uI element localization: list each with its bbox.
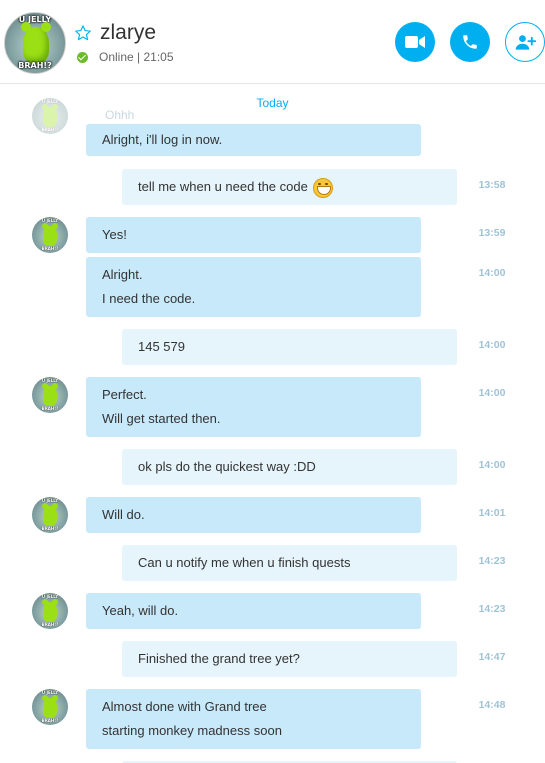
message-text: Yeah, will do. [102, 603, 179, 618]
message-bubble[interactable]: Can u notify me when u finish quests [122, 545, 457, 581]
message-text: Yes! [102, 227, 127, 242]
avatar-caption-top: U JELLY [41, 594, 59, 599]
message-timestamp: 14:00 [478, 387, 506, 399]
avatar-caption-bottom: BRAH!? [41, 526, 59, 531]
message-timestamp: 14:00 [478, 339, 506, 351]
gummy-bear-image [21, 22, 51, 63]
message-timestamp: 14:23 [478, 603, 506, 615]
message-text: Finished the grand tree yet? [138, 651, 300, 666]
online-status-icon [77, 52, 88, 63]
favorite-star-icon[interactable] [74, 24, 92, 42]
message-text: Can u notify me when u finish quests [138, 555, 351, 570]
message-bubble[interactable]: Finished the grand tree yet? [122, 641, 457, 677]
message-text: I need the code. [102, 291, 196, 306]
avatar-caption-bottom: BRAH!? [41, 622, 59, 627]
message-timestamp: 13:59 [478, 227, 506, 239]
message-timestamp: 14:48 [478, 699, 506, 711]
add-person-icon [515, 35, 536, 50]
message-bubble[interactable]: Perfect. Will get started then. [86, 377, 421, 437]
avatar-caption-top: U JELLY [41, 690, 59, 695]
message-text: 145 579 [138, 339, 185, 354]
avatar-caption-bottom: BRAH!? [41, 246, 59, 251]
phone-icon [463, 35, 477, 49]
gummy-bear-image [42, 104, 58, 127]
sender-avatar[interactable]: U JELLY BRAH!? [32, 377, 68, 413]
message-timestamp: 14:23 [478, 555, 506, 567]
add-contact-button[interactable] [505, 22, 545, 62]
gummy-bear-image [42, 695, 58, 718]
video-camera-icon [405, 36, 425, 48]
status-text: Online | 21:05 [99, 50, 174, 64]
message-text: ok pls do the quickest way :DD [138, 459, 316, 474]
message-text: Alright. [102, 267, 143, 282]
avatar-caption-top: U JELLY [41, 498, 59, 503]
message-text: Will get started then. [102, 411, 221, 426]
message-bubble[interactable]: Almost done with Grand tree starting monk… [86, 689, 421, 749]
gummy-bear-image [42, 503, 58, 526]
grin-emoji-icon [313, 177, 334, 198]
message-timestamp: 14:00 [478, 459, 506, 471]
message-text: Perfect. [102, 387, 147, 402]
message-timestamp: 14:00 [478, 267, 506, 279]
message-text: Almost done with Grand tree [102, 699, 267, 714]
message-timestamp: 13:58 [478, 179, 506, 191]
avatar-caption-bottom: BRAH!? [41, 406, 59, 411]
message-bubble[interactable]: tell me when u need the code [122, 169, 457, 205]
conversation-header: U JELLY BRAH!? zlarye Online | 21:05 [0, 0, 545, 84]
message-list[interactable]: Ohhh Today Alright, i'll log in now. U JE… [0, 84, 545, 763]
message-text: tell me when u need the code [138, 175, 441, 199]
avatar-caption-top: U JELLY [18, 15, 52, 24]
avatar-caption-top: U JELLY [41, 218, 59, 223]
video-call-button[interactable] [395, 22, 435, 62]
gummy-bear-image [42, 599, 58, 622]
sender-avatar[interactable]: U JELLY BRAH!? [32, 593, 68, 629]
contact-avatar[interactable]: U JELLY BRAH!? [4, 12, 66, 74]
avatar-caption-bottom: BRAH!? [41, 718, 59, 723]
avatar-caption-top: U JELLY [41, 99, 59, 104]
message-bubble[interactable]: Yes! [86, 217, 421, 253]
avatar-caption-top: U JELLY [41, 378, 59, 383]
message-bubble[interactable]: 145 579 [122, 329, 457, 365]
sender-avatar[interactable]: U JELLY BRAH!? [32, 497, 68, 533]
message-text: Alright, i'll log in now. [102, 132, 223, 147]
contact-name: zlarye [100, 21, 157, 44]
message-bubble[interactable]: ok pls do the quickest way :DD [122, 449, 457, 485]
message-bubble[interactable]: Yeah, will do. [86, 593, 421, 629]
date-divider: Today [256, 96, 289, 110]
message-text: starting monkey madness soon [102, 723, 282, 738]
message-text: Will do. [102, 507, 145, 522]
sender-avatar[interactable]: U JELLY BRAH!? [32, 689, 68, 725]
gummy-bear-image [42, 383, 58, 406]
message-bubble[interactable]: Alright, i'll log in now. [86, 124, 421, 156]
audio-call-button[interactable] [450, 22, 490, 62]
gummy-bear-image [42, 223, 58, 246]
message-bubble[interactable]: Alright. I need the code. [86, 257, 421, 317]
message-timestamp: 14:47 [478, 651, 506, 663]
message-timestamp: 14:01 [478, 507, 506, 519]
sender-avatar[interactable]: U JELLY BRAH!? [32, 217, 68, 253]
avatar-caption-bottom: BRAH!? [18, 61, 52, 70]
avatar-caption-bottom: BRAH!? [41, 127, 59, 132]
message-bubble[interactable]: Will do. [86, 497, 421, 533]
sender-avatar[interactable]: U JELLY BRAH!? [32, 98, 68, 134]
scrolled-message-preview: Ohhh [105, 108, 135, 122]
